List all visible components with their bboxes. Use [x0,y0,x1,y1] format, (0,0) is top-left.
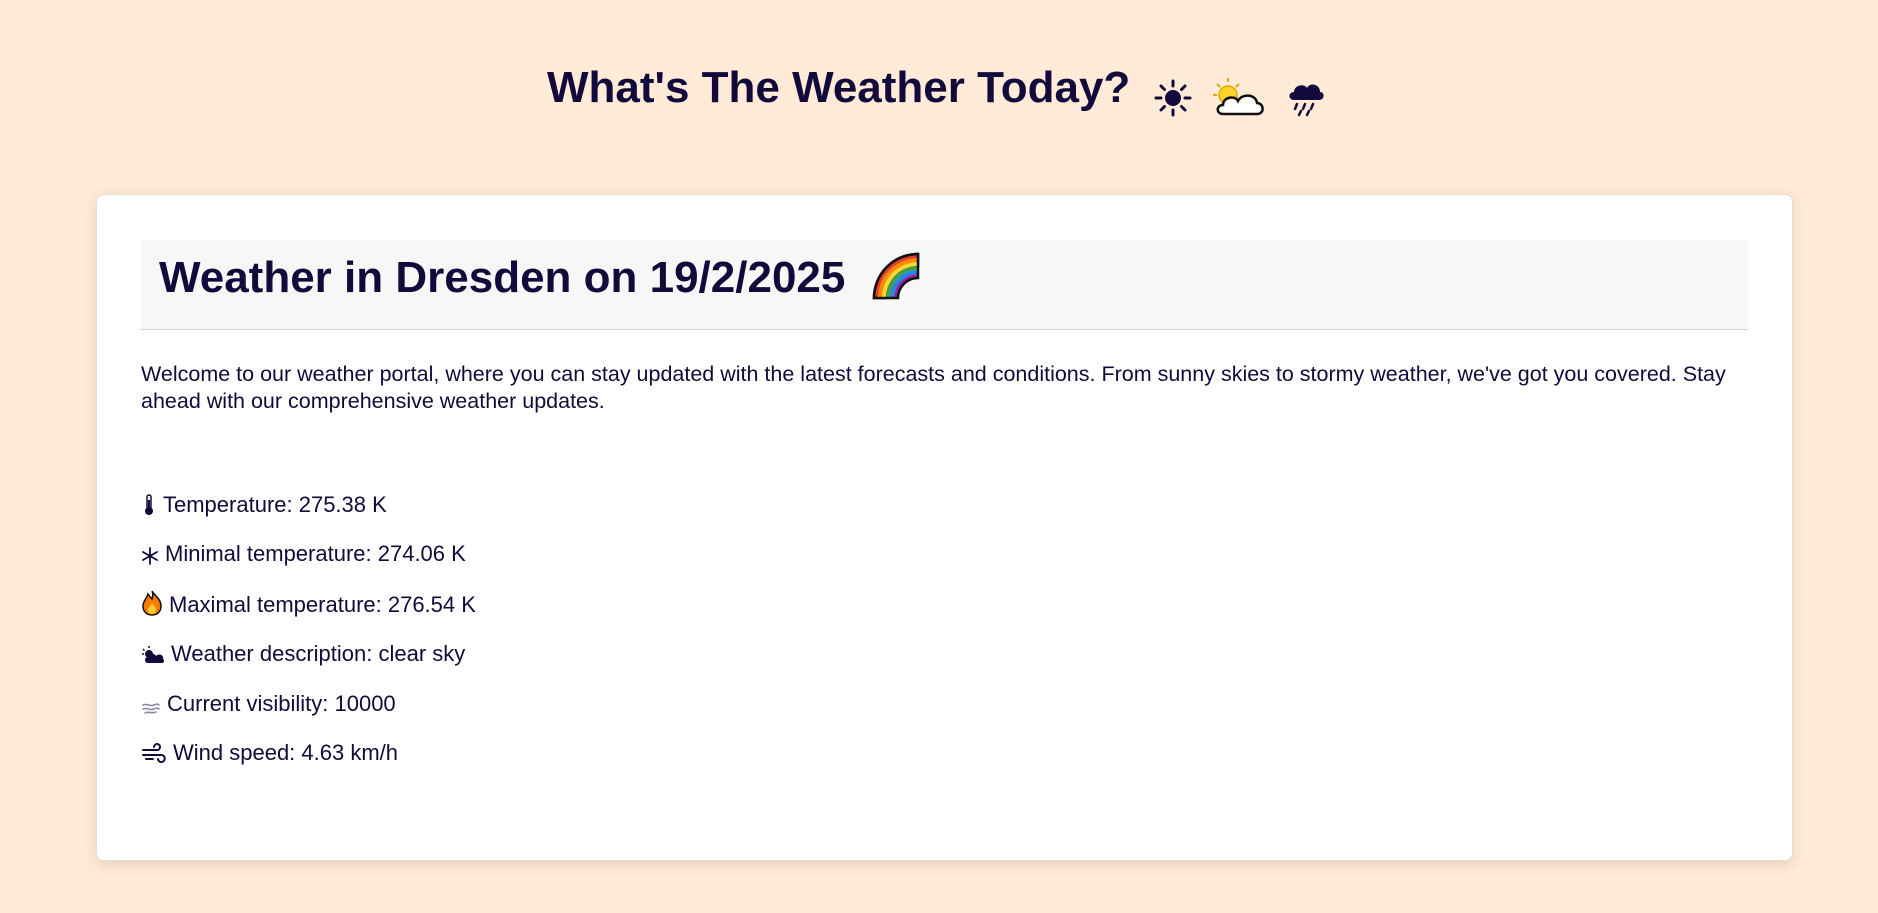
max-temperature-stat: Maximal temperature: 276.54 K [141,590,476,623]
thermometer-icon [141,494,157,523]
wind-speed-text: Wind speed: 4.63 km/h [173,740,399,765]
min-temperature-stat: Minimal temperature: 274.06 K [141,540,466,572]
card-title: Weather in Dresden on 19/2/2025 [159,253,846,302]
rain-cloud-icon [1289,84,1324,117]
visibility-stat: Current visibility: 10000 [141,690,396,722]
page-header: What's The Weather Today? [0,60,1878,124]
min-temperature-text: Minimal temperature: 274.06 K [165,541,466,566]
wind-speed-stat: Wind speed: 4.63 km/h [141,739,398,771]
sun-icon [1154,79,1192,117]
fog-icon [141,694,161,722]
fire-icon [141,590,163,623]
page-title: What's The Weather Today? [546,63,1131,112]
snowflake-icon [141,544,159,572]
sun-behind-cloud-icon [1212,78,1264,116]
temperature-text: Temperature: 275.38 K [163,492,387,517]
weather-description-text: Weather description: clear sky [171,641,466,666]
weather-card: Weather in Dresden on 19/2/2025 Welcome … [96,194,1793,861]
wind-icon [141,742,167,771]
card-header: Weather in Dresden on 19/2/2025 [141,240,1748,330]
card-title-row: Weather in Dresden on 19/2/2025 [159,248,922,308]
rainbow-icon [872,252,919,300]
temperature-stat: Temperature: 275.38 K [141,491,387,523]
visibility-text: Current visibility: 10000 [167,691,396,716]
weather-description-stat: Weather description: clear sky [141,640,465,672]
cloud-sun-icon [141,644,165,672]
max-temperature-text: Maximal temperature: 276.54 K [169,592,476,617]
intro-text: Welcome to our weather portal, where you… [141,362,1726,413]
